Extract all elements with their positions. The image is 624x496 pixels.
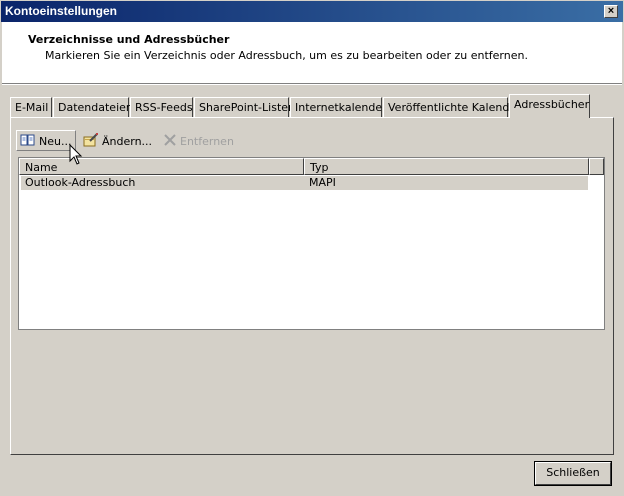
change-button-label: Ändern...	[102, 135, 153, 148]
edit-icon	[83, 133, 99, 150]
new-button[interactable]: Neu...	[16, 130, 76, 151]
mouse-pointer-icon	[69, 143, 83, 169]
tab-sharepoint-listen[interactable]: SharePoint-Listen	[194, 97, 295, 117]
delete-x-icon	[163, 133, 177, 150]
header-divider	[2, 84, 622, 85]
change-button[interactable]: Ändern...	[80, 130, 155, 151]
tab-veroeffentlichte-kalender[interactable]: Veröffentlichte Kalender	[383, 97, 521, 117]
table-row[interactable]: Outlook-Adressbuch MAPI	[21, 176, 588, 190]
window-title: Kontoeinstellungen	[5, 4, 117, 18]
new-button-label: Neu...	[39, 135, 72, 148]
row-type: MAPI	[309, 176, 336, 189]
title-bar: Kontoeinstellungen ×	[0, 0, 624, 22]
row-name: Outlook-Adressbuch	[25, 176, 136, 189]
remove-button[interactable]: Entfernen	[160, 130, 237, 151]
tab-email[interactable]: E-Mail	[10, 97, 52, 117]
tab-datendateien[interactable]: Datendateien	[53, 97, 133, 117]
window-close-button[interactable]: ×	[604, 5, 618, 18]
tab-internetkalender[interactable]: Internetkalender	[290, 97, 387, 117]
column-header-filler	[589, 158, 604, 175]
column-header-name[interactable]: Name	[19, 158, 304, 175]
column-header-type[interactable]: Typ	[304, 158, 589, 175]
tab-adressbuecher[interactable]: Adressbücher	[509, 94, 590, 118]
remove-button-label: Entfernen	[180, 135, 234, 148]
page-header: Verzeichnisse und Adressbücher Markieren…	[2, 22, 622, 84]
header-title: Verzeichnisse und Adressbücher	[28, 33, 230, 46]
address-book-icon	[20, 133, 36, 150]
close-dialog-button[interactable]: Schließen	[534, 461, 612, 486]
list-header: Name Typ	[19, 158, 604, 175]
header-subtitle: Markieren Sie ein Verzeichnis oder Adres…	[45, 49, 528, 62]
address-book-list[interactable]: Name Typ Outlook-Adressbuch MAPI	[18, 157, 605, 330]
tab-rss-feeds[interactable]: RSS-Feeds	[130, 97, 193, 117]
